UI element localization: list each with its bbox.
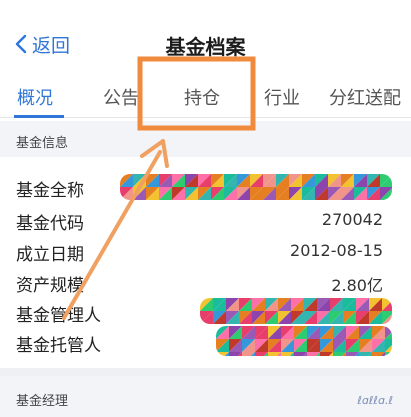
tab-announcements[interactable]: 公告 bbox=[103, 84, 139, 110]
tab-overview[interactable]: 概况 bbox=[17, 84, 53, 110]
tab-bar: 概况 公告 持仓 行业 分红送配 bbox=[0, 76, 411, 118]
fund-info-section-header: 基金信息 bbox=[0, 121, 411, 157]
tab-industry[interactable]: 行业 bbox=[264, 84, 300, 110]
inception-date-value: 2012-08-15 bbox=[290, 241, 383, 260]
fund-info-section-title: 基金信息 bbox=[16, 136, 69, 151]
fund-code-value: 270042 bbox=[321, 210, 383, 229]
tab-holdings[interactable]: 持仓 bbox=[184, 84, 220, 110]
inception-date-label: 成立日期 bbox=[16, 245, 84, 265]
redacted-fund-manager-company bbox=[200, 298, 392, 324]
mosaic-redaction bbox=[216, 326, 392, 356]
active-tab-indicator bbox=[14, 115, 64, 118]
custodian-label: 基金托管人 bbox=[16, 336, 101, 356]
redacted-custodian bbox=[216, 326, 392, 356]
tab-dividends[interactable]: 分红送配 bbox=[329, 84, 401, 110]
fund-manager-company-label: 基金管理人 bbox=[16, 306, 101, 326]
mosaic-redaction bbox=[120, 174, 392, 200]
watermark-logo: ℓɑℓℓɑ.ℓ bbox=[357, 394, 393, 407]
page-title: 基金档案 bbox=[165, 35, 246, 59]
asset-size-label: 资产规模 bbox=[16, 276, 84, 296]
fund-manager-section-title: 基金经理 bbox=[16, 394, 69, 409]
mosaic-redaction bbox=[200, 298, 392, 324]
navigation-bar: 返回 基金档案 bbox=[0, 0, 411, 76]
fund-manager-section-header: 基金经理 bbox=[0, 376, 411, 417]
asset-size-value: 2.80亿 bbox=[331, 276, 383, 295]
redacted-fund-full-name bbox=[120, 174, 392, 200]
section-divider bbox=[0, 368, 411, 376]
fund-full-name-label: 基金全称 bbox=[16, 181, 84, 201]
fund-code-label: 基金代码 bbox=[16, 214, 84, 234]
